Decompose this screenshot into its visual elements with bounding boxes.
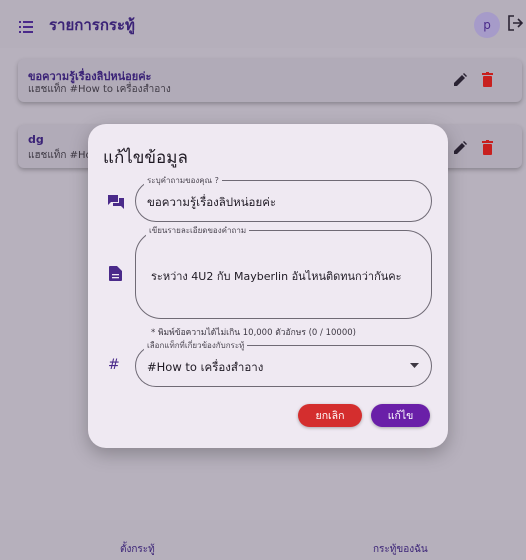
page-title: รายการกระทู้ <box>49 16 135 34</box>
edit-icon[interactable] <box>453 141 467 155</box>
edit-icon[interactable] <box>453 73 467 87</box>
card-subtitle: แฮชแท็ก #How to เครื่องสำอาง <box>28 84 171 95</box>
app-bar: รายการกระทู้ p <box>0 0 526 48</box>
detail-field-value: ระหว่าง 4U2 กับ Mayberlin อันไหนติดทนกว่… <box>151 270 402 283</box>
chevron-down-icon[interactable] <box>410 363 419 368</box>
dialog-title: แก้ไขข้อมูล <box>103 148 188 168</box>
list-item[interactable]: ขอความรู้เรื่องลิปหน่อยค่ะ แฮชแท็ก #How … <box>18 59 522 102</box>
delete-icon[interactable] <box>482 72 493 87</box>
tag-select[interactable]: เลือกแท็กที่เกี่ยวข้องกับกระทู้ #How to … <box>135 339 432 387</box>
hashtag-icon: # <box>108 357 120 373</box>
save-button[interactable]: แก้ไข <box>371 404 430 427</box>
tag-select-value: #How to เครื่องสำอาง <box>147 360 264 374</box>
char-count-helper: * พิมพ์ข้อความได้ไม่เกิน 10,000 ตัวอักษร… <box>151 328 356 338</box>
tag-select-label: เลือกแท็กที่เกี่ยวข้องกับกระทู้ <box>144 339 248 352</box>
nav-my-posts[interactable]: กระทู้ของฉัน <box>373 542 428 557</box>
question-field-value: ขอความรู้เรื่องลิปหน่อยค่ะ <box>147 195 277 209</box>
detail-field[interactable]: เขียนรายละเอียดของคำถาม ระหว่าง 4U2 กับ … <box>135 224 432 319</box>
cancel-button[interactable]: ยกเลิก <box>298 404 362 427</box>
card-title: dg <box>28 133 44 146</box>
question-field[interactable]: ระบุคำถามของคุณ ? ขอความรู้เรื่องลิปหน่อ… <box>135 174 432 222</box>
bottom-nav: ตั้งกระทู้ กระทู้ของฉัน <box>0 520 526 560</box>
forum-icon <box>108 195 124 209</box>
delete-icon[interactable] <box>482 140 493 155</box>
edit-dialog: แก้ไขข้อมูล ระบุคำถามของคุณ ? ขอความรู้เ… <box>88 124 448 448</box>
detail-field-label: เขียนรายละเอียดของคำถาม <box>146 224 250 237</box>
logout-icon[interactable] <box>507 14 523 32</box>
avatar[interactable]: p <box>474 12 500 38</box>
nav-create-post[interactable]: ตั้งกระทู้ <box>120 542 155 557</box>
question-field-label: ระบุคำถามของคุณ ? <box>144 174 222 187</box>
document-icon <box>109 266 122 281</box>
menu-icon[interactable] <box>19 18 33 36</box>
card-subtitle: แฮชแท็ก #Ho <box>28 150 92 161</box>
